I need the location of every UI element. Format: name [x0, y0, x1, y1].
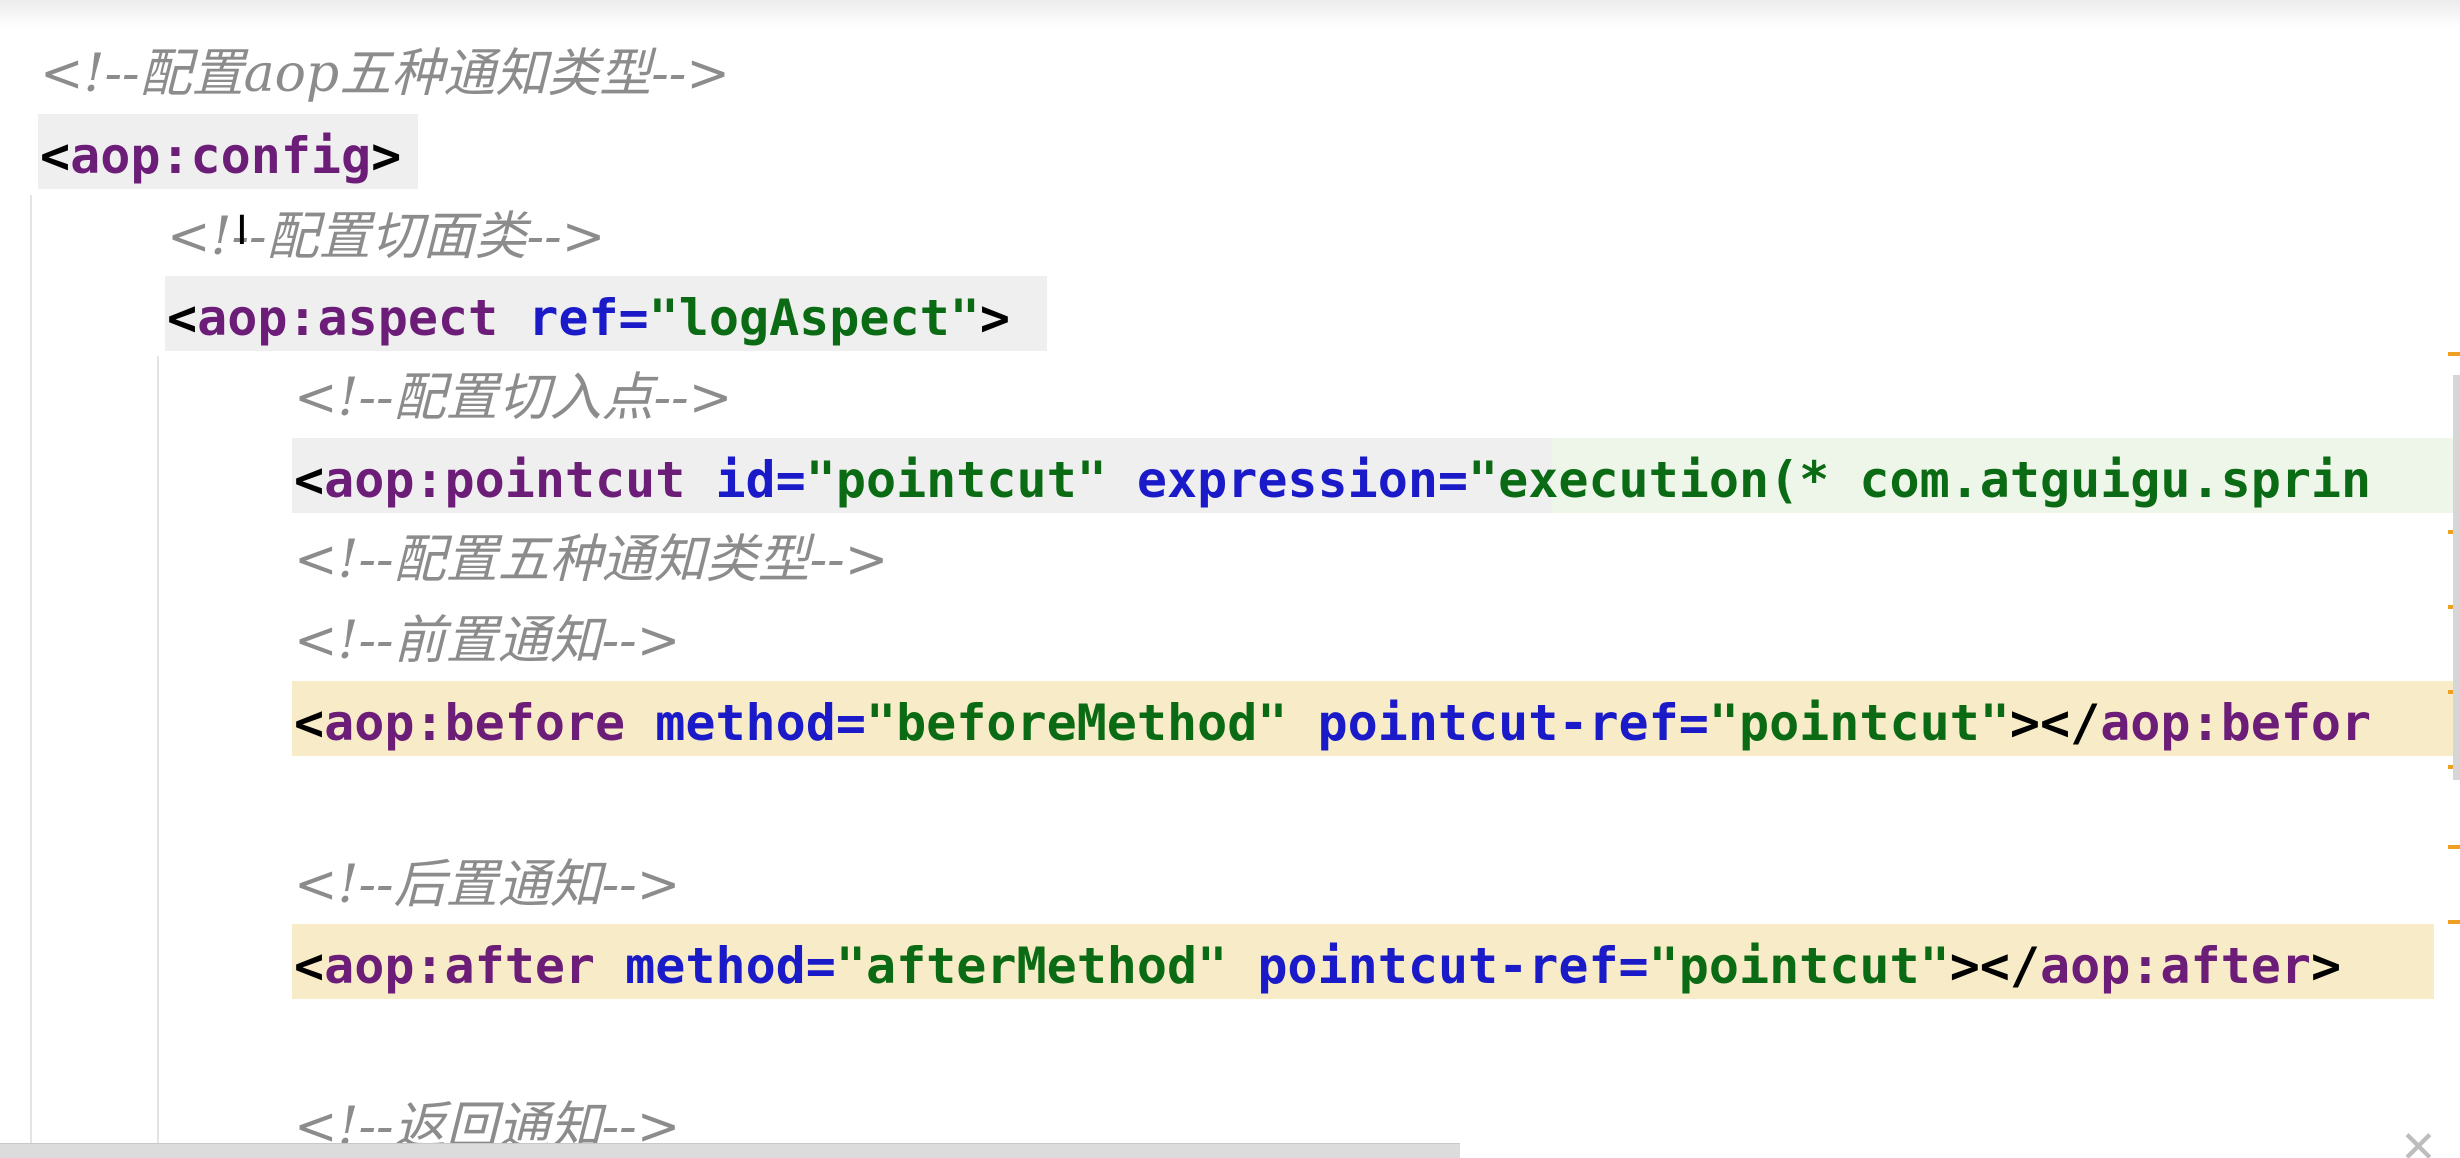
xml-comment: <!--配置五种通知类型--> [294, 530, 889, 590]
vertical-scrollbar[interactable] [2453, 375, 2460, 780]
close-icon[interactable]: ✕ [2400, 1122, 2437, 1158]
tag-name: aop:pointcut [324, 451, 686, 509]
attribute-value: "beforeMethod" [865, 694, 1288, 752]
text-cursor-icon: I [236, 208, 248, 254]
xml-comment: <!--后置通知--> [294, 855, 681, 915]
bracket: > [371, 127, 402, 185]
editor-top-edge [0, 0, 2460, 28]
code-line[interactable]: <aop:config> [40, 116, 401, 197]
attribute-name: pointcut-ref= [1257, 937, 1649, 995]
code-line[interactable]: <aop:pointcut id="pointcut" expression="… [294, 440, 2371, 521]
attribute-value: "pointcut" [1708, 694, 2010, 752]
attribute-name: expression= [1136, 451, 1469, 509]
attribute-value: "execution(* com.atguigu.sprin [1468, 451, 2372, 509]
error-stripe-marker[interactable] [2448, 352, 2460, 356]
attribute-value: "pointcut" [805, 451, 1107, 509]
code-line[interactable]: <!--配置切入点--> [294, 358, 732, 439]
code-line[interactable]: <!--后置通知--> [294, 845, 680, 926]
attribute-name: id= [715, 451, 806, 509]
code-line[interactable]: <!--配置切面类--> [167, 197, 605, 278]
error-stripe-marker[interactable] [2448, 845, 2460, 849]
code-line[interactable]: <!--前置通知--> [294, 601, 680, 682]
bracket: < [167, 289, 198, 347]
tag-name: aop:befor [2100, 694, 2372, 752]
attribute-name: pointcut-ref= [1317, 694, 1709, 752]
xml-comment: <!--配置切入点--> [294, 368, 733, 428]
tag-name: aop:aspect [197, 289, 499, 347]
bracket: < [294, 451, 325, 509]
attribute-value: "afterMethod" [835, 937, 1228, 995]
horizontal-scrollbar[interactable] [0, 1143, 1460, 1158]
code-line[interactable]: <aop:after method="afterMethod" pointcut… [294, 926, 2341, 1007]
bracket: < [294, 937, 325, 995]
tag-name: aop:after [324, 937, 596, 995]
code-line[interactable]: <aop:before method="beforeMethod" pointc… [294, 683, 2371, 764]
indent-guide [157, 356, 159, 1143]
bracket: < [294, 694, 325, 752]
code-line[interactable]: <aop:aspect ref="logAspect"> [167, 278, 1010, 359]
code-line[interactable]: <!--配置五种通知类型--> [294, 520, 888, 601]
tag-name: aop:after [2040, 937, 2311, 995]
bracket: > [2310, 937, 2342, 995]
bracket: > [979, 289, 1010, 347]
xml-comment: <!--配置aop五种通知类型--> [40, 44, 730, 104]
code-line[interactable]: <!--配置aop五种通知类型--> [40, 34, 730, 115]
attribute-name: ref= [528, 289, 649, 347]
tag-name: aop:config [70, 127, 372, 185]
bracket: ></ [2009, 694, 2101, 752]
xml-comment: <!--前置通知--> [294, 611, 681, 671]
bracket: < [40, 127, 71, 185]
indent-guide [30, 195, 32, 1143]
attribute-name: method= [625, 937, 836, 995]
attribute-name: method= [655, 694, 866, 752]
xml-comment: <!--配置切面类--> [167, 207, 606, 267]
error-stripe-marker[interactable] [2448, 920, 2460, 924]
bracket: ></ [1949, 937, 2041, 995]
attribute-value: "pointcut" [1648, 937, 1950, 995]
attribute-value: "logAspect" [648, 289, 980, 347]
tag-name: aop:before [324, 694, 626, 752]
code-editor[interactable]: <!--配置aop五种通知类型--> <aop:config> <!--配置切面… [0, 0, 2460, 1158]
